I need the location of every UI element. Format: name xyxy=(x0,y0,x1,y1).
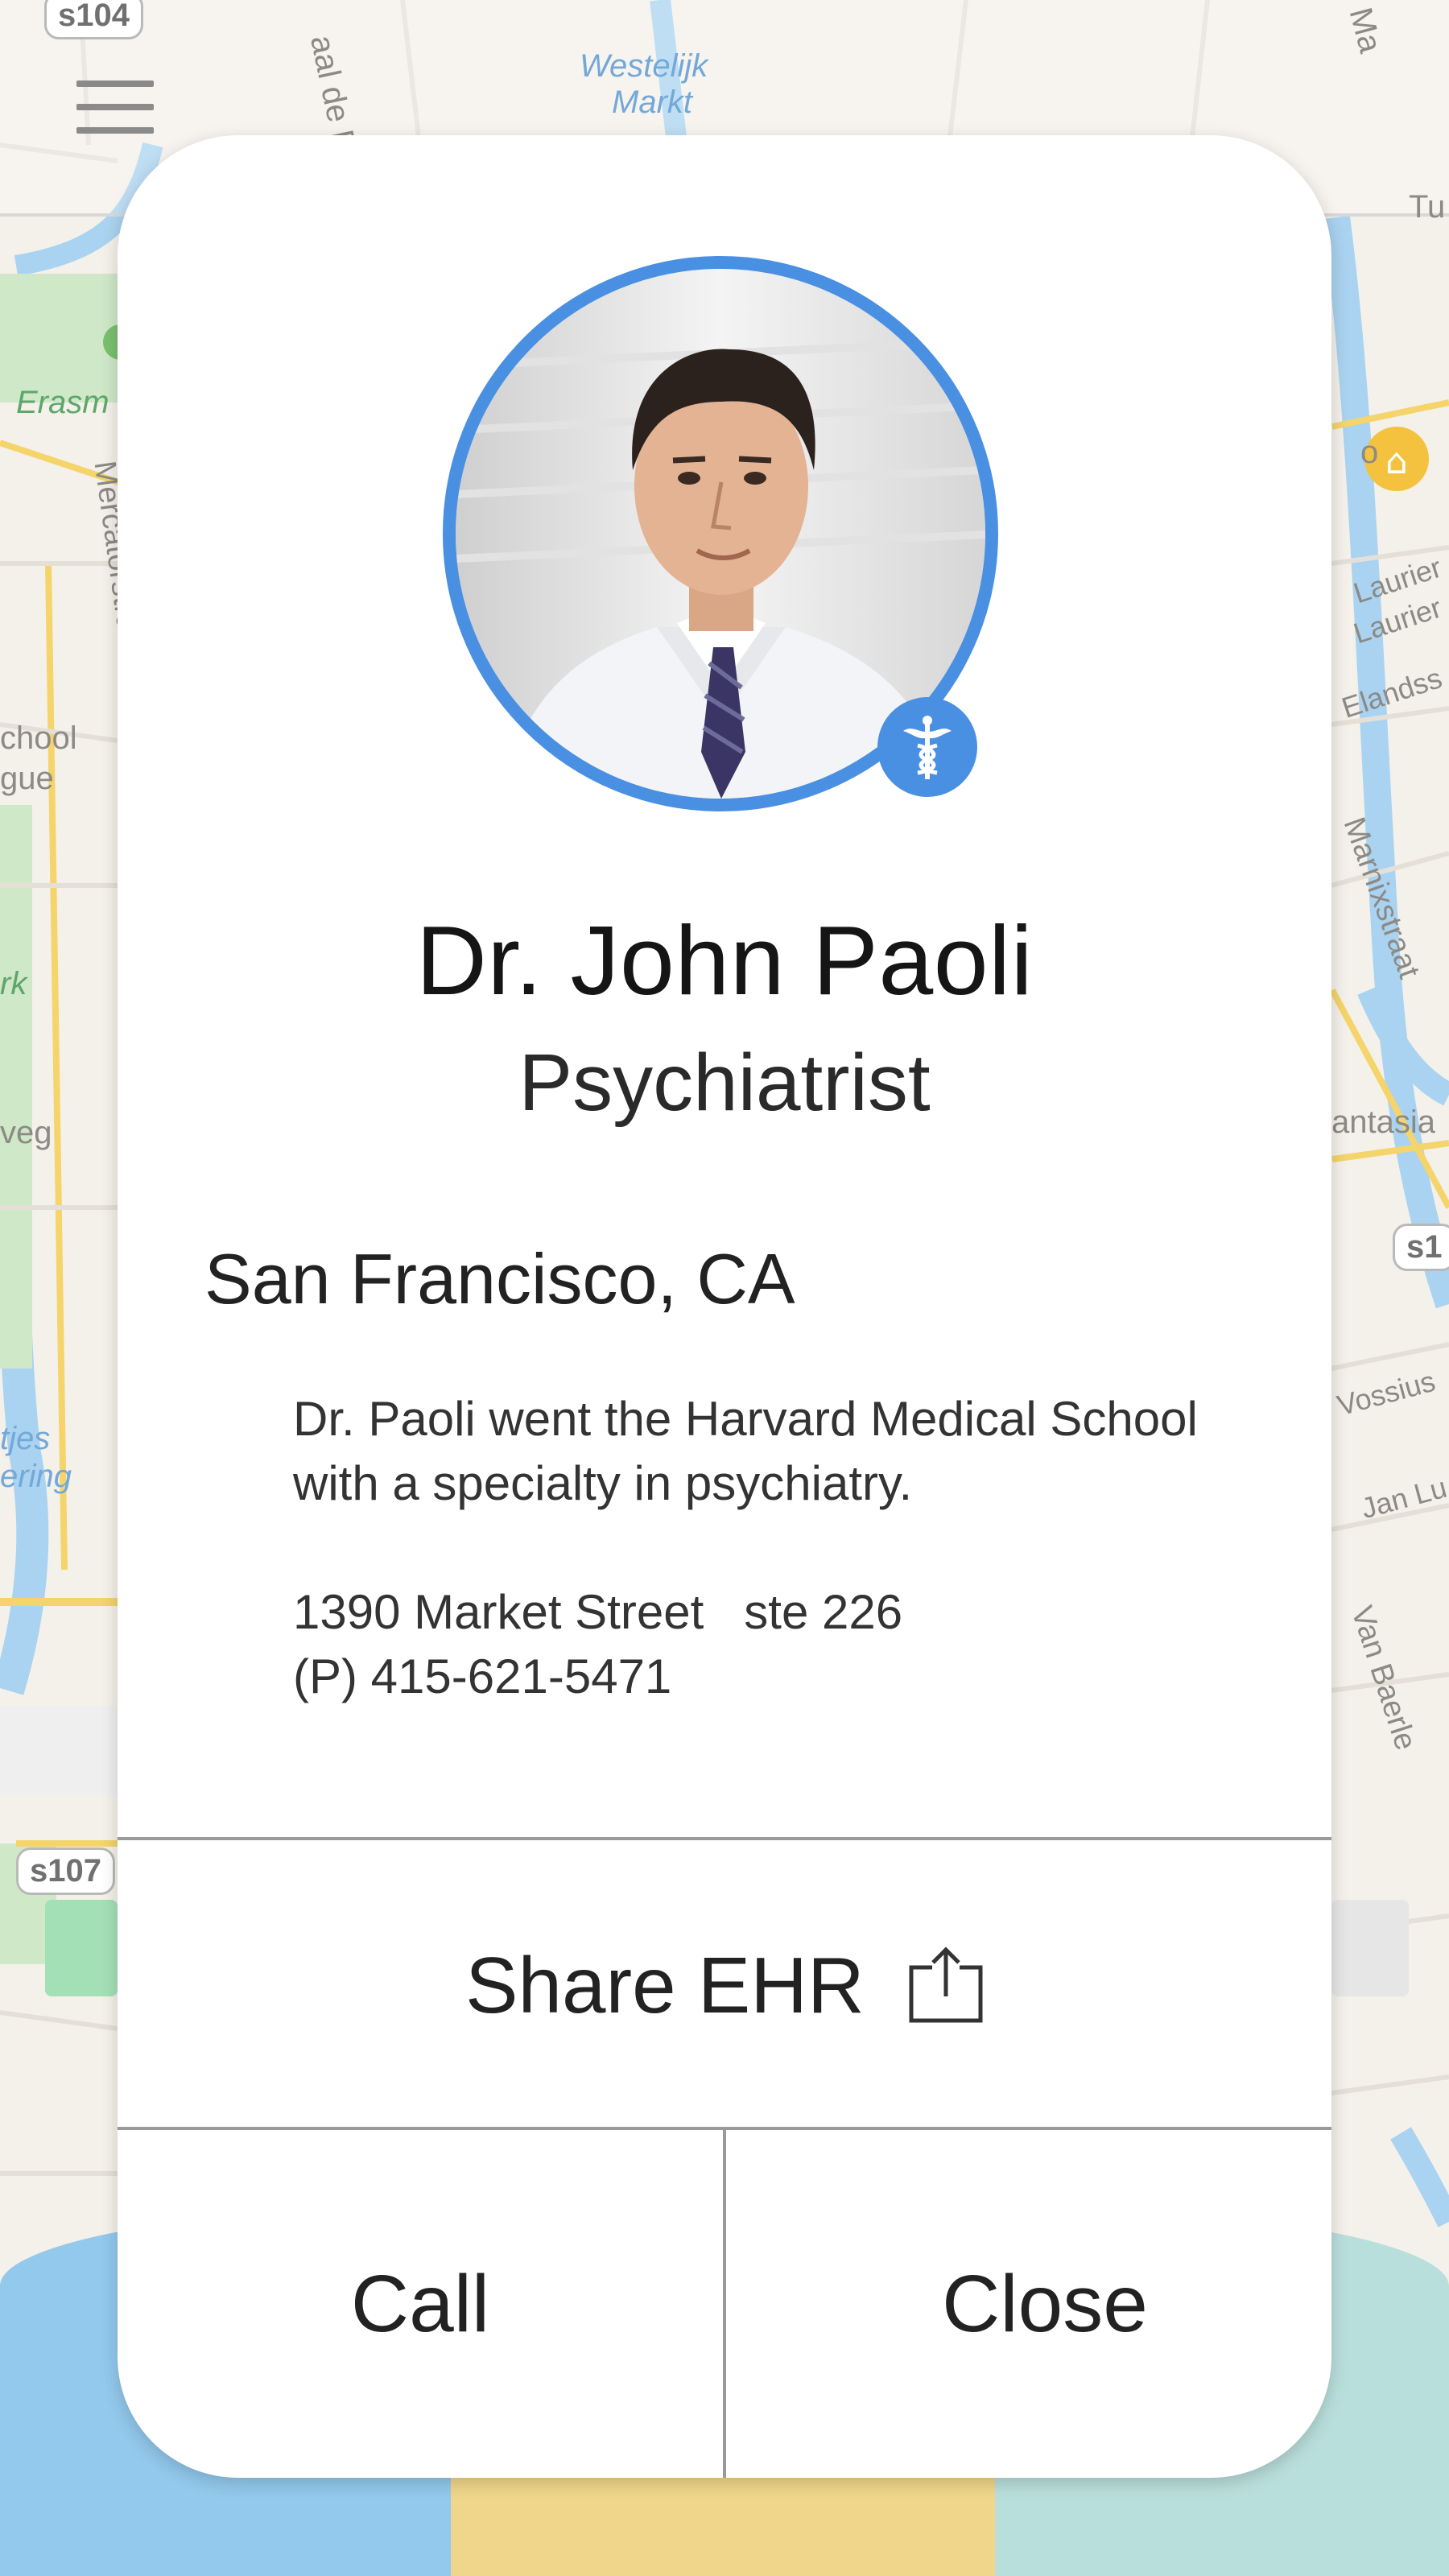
hamburger-menu-icon[interactable] xyxy=(76,80,154,134)
caduceus-icon xyxy=(877,697,977,797)
action-row: Call Close xyxy=(118,2130,1331,2478)
map-label: Westelijk xyxy=(580,48,708,84)
map-label: antasia xyxy=(1331,1104,1435,1140)
address-line: 1390 Market Street ste 226 xyxy=(293,1585,903,1639)
doctor-specialty: Psychiatrist xyxy=(518,1038,931,1128)
share-ehr-label: Share EHR xyxy=(465,1940,865,2029)
bio-line: Dr. Paoli went the Harvard Medical Schoo… xyxy=(293,1392,1198,1446)
map-label: veg xyxy=(0,1115,52,1150)
doctor-bio: Dr. Paoli went the Harvard Medical Schoo… xyxy=(293,1387,1259,1516)
bio-line: with a specialty in psychiatry. xyxy=(293,1456,913,1510)
doctor-contact: 1390 Market Street ste 226 (P) 415-621-5… xyxy=(293,1580,902,1709)
map-label: gue xyxy=(0,761,54,796)
map-label: Markt xyxy=(612,85,692,120)
share-ehr-button[interactable]: Share EHR xyxy=(118,1840,1331,2130)
doctor-location: San Francisco, CA xyxy=(204,1239,795,1319)
road-shield: s107 xyxy=(16,1847,115,1895)
doctor-profile-card: Dr. John Paoli Psychiatrist San Francisc… xyxy=(118,135,1331,2478)
map-label: ering xyxy=(0,1459,72,1494)
phone-number[interactable]: (P) 415-621-5471 xyxy=(293,1645,902,1709)
map-label: o xyxy=(1360,435,1379,470)
svg-text:⌂: ⌂ xyxy=(1385,441,1408,482)
map-label: Erasm xyxy=(16,385,109,420)
map-label: chool xyxy=(0,720,77,756)
share-upload-icon xyxy=(909,1946,983,2023)
call-button[interactable]: Call xyxy=(118,2130,723,2478)
road-shield: s1 xyxy=(1393,1224,1449,1271)
map-label: rk xyxy=(0,966,27,1001)
close-button[interactable]: Close xyxy=(726,2130,1331,2478)
doctor-name: Dr. John Paoli xyxy=(415,906,1034,1015)
road-shield: s104 xyxy=(44,0,143,39)
avatar-container xyxy=(443,256,1011,824)
map-label: Tu xyxy=(1409,189,1446,225)
map-label: tjes xyxy=(0,1421,51,1456)
